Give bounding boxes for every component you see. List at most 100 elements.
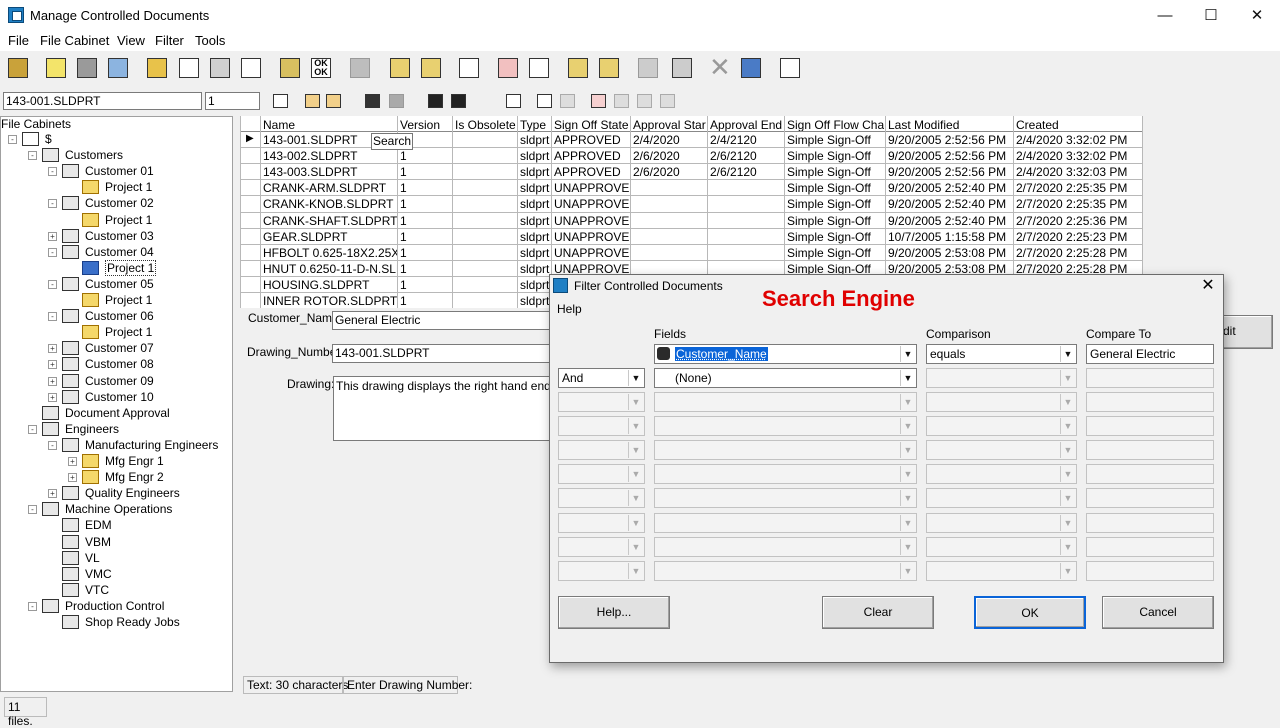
grid-cell[interactable]	[633, 196, 707, 212]
collapse-icon[interactable]: -	[28, 505, 37, 515]
grid-cell[interactable]: sldprt	[520, 261, 551, 277]
logic-select-2[interactable]: And ▼	[558, 368, 645, 388]
grid-cell[interactable]	[633, 245, 707, 261]
compare-to-input-2[interactable]	[1086, 368, 1214, 388]
grid-cell[interactable]	[455, 277, 517, 293]
comparison-select[interactable]: ▼	[926, 464, 1077, 485]
grid-cell[interactable]: Simple Sign-Off	[787, 148, 885, 164]
page-icon[interactable]	[535, 92, 555, 111]
find-icon[interactable]	[426, 92, 446, 111]
page-disabled4-icon[interactable]	[658, 92, 678, 111]
tree-item[interactable]: + Mfg Engr 2	[0, 469, 232, 485]
grid-cell[interactable]: sldprt	[520, 148, 551, 164]
logic-select[interactable]: ▼	[558, 536, 645, 557]
compare-to-input[interactable]	[1086, 512, 1214, 533]
grid-cell[interactable]: 2/4/2020	[633, 132, 707, 148]
menu-filter[interactable]: Filter	[155, 33, 184, 48]
expand-icon[interactable]: +	[48, 376, 57, 386]
users-icon[interactable]	[324, 92, 344, 111]
tree-item[interactable]: VBM	[0, 534, 232, 550]
tree-item[interactable]: - Customer 04	[0, 244, 232, 260]
compare-to-input[interactable]	[1086, 440, 1214, 461]
grid-cell[interactable]	[455, 261, 517, 277]
disabled-tool-icon[interactable]	[73, 54, 101, 84]
grid-cell[interactable]: Simple Sign-Off	[787, 213, 885, 229]
tree-item[interactable]: Project 1	[0, 292, 232, 308]
disabled-print-icon[interactable]	[346, 54, 374, 84]
dialog-close-button[interactable]: ✕	[1198, 276, 1218, 296]
grid-cell[interactable]: 2/6/2120	[710, 164, 784, 180]
grid-cell[interactable]: 2/4/2020 3:32:03 PM	[1016, 164, 1142, 180]
grid-cell[interactable]	[710, 229, 784, 245]
tree-item[interactable]: - Customer 02	[0, 195, 232, 211]
column-header[interactable]: Approval End	[710, 118, 783, 132]
tree-item[interactable]: Document Approval	[0, 405, 232, 421]
expand-icon[interactable]: +	[48, 392, 57, 402]
grid-cell[interactable]	[455, 132, 517, 148]
grid-cell[interactable]	[455, 213, 517, 229]
grid-cell[interactable]: 2/7/2020 2:25:35 PM	[1016, 196, 1142, 212]
grid-cell[interactable]: UNAPPROVED	[554, 196, 630, 212]
drawing-number-field[interactable]: 143-001.SLDPRT	[332, 344, 562, 363]
field-select[interactable]: ▼	[654, 536, 917, 557]
column-header[interactable]: Created	[1016, 118, 1141, 132]
tree-item[interactable]: - Customer 01	[0, 163, 232, 179]
tree-item[interactable]: + Quality Engineers	[0, 485, 232, 501]
tree-item[interactable]: + Customer 09	[0, 373, 232, 389]
grid-cell[interactable]: UNAPPROVED	[554, 245, 630, 261]
column-header[interactable]: Version	[400, 118, 451, 132]
grid-cell[interactable]	[710, 245, 784, 261]
grid-cell[interactable]	[455, 229, 517, 245]
grid-cell[interactable]: 1	[400, 164, 452, 180]
tree-item[interactable]: - $	[0, 131, 232, 147]
remove-icon[interactable]	[564, 54, 592, 84]
tree-item[interactable]: - Machine Operations	[0, 501, 232, 517]
grid-view-icon[interactable]	[271, 92, 291, 111]
user-icon[interactable]	[303, 92, 323, 111]
drawing-description[interactable]: This drawing displays the right hand end…	[333, 376, 563, 441]
grid-cell[interactable]: sldprt	[520, 132, 551, 148]
tree-item[interactable]: + Customer 08	[0, 356, 232, 372]
grid-cell[interactable]: 2/6/2120	[710, 148, 784, 164]
tree-item[interactable]: Project 1	[0, 179, 232, 195]
compare-to-input[interactable]	[1086, 536, 1214, 557]
grid-cell[interactable]	[455, 196, 517, 212]
grid-cell[interactable]: UNAPPROVED	[554, 229, 630, 245]
search-next-icon[interactable]	[387, 92, 407, 111]
logic-select[interactable]: ▼	[558, 488, 645, 509]
collapse-icon[interactable]: -	[8, 135, 17, 144]
grid-cell[interactable]	[710, 196, 784, 212]
grid-cell[interactable]: HFBOLT 0.625-18X2.25X2.	[263, 245, 397, 261]
field-select[interactable]: ▼	[654, 512, 917, 533]
grid-cell[interactable]: Simple Sign-Off	[787, 196, 885, 212]
tree-item[interactable]: + Customer 10	[0, 389, 232, 405]
document-list-icon[interactable]	[525, 54, 553, 84]
checkin-icon[interactable]	[4, 54, 32, 84]
maximize-button[interactable]: ☐	[1188, 0, 1234, 31]
tree-item[interactable]: - Customer 06	[0, 308, 232, 324]
grid-cell[interactable]: 9/20/2005 2:52:40 PM	[888, 180, 1013, 196]
collapse-icon[interactable]: -	[28, 424, 37, 434]
grid-cell[interactable]: 2/7/2020 2:25:23 PM	[1016, 229, 1142, 245]
grid-cell[interactable]: sldprt	[520, 277, 551, 293]
compare-to-input[interactable]	[1086, 464, 1214, 485]
compare-to-input-1[interactable]: General Electric	[1086, 344, 1214, 364]
comparison-select-1[interactable]: equals ▼	[926, 344, 1077, 364]
logic-select[interactable]: ▼	[558, 560, 645, 581]
grid-cell[interactable]	[633, 180, 707, 196]
page-disabled2-icon[interactable]	[612, 92, 632, 111]
tree-item[interactable]: - Customers	[0, 147, 232, 163]
logic-select[interactable]: ▼	[558, 464, 645, 485]
grid-cell[interactable]: APPROVED	[554, 164, 630, 180]
grid-cell[interactable]	[455, 293, 517, 309]
column-header[interactable]: Name	[263, 118, 396, 132]
grid-cell[interactable]: CRANK-KNOB.SLDPRT	[263, 196, 397, 212]
grid-cell[interactable]: Simple Sign-Off	[787, 180, 885, 196]
grid-cell[interactable]: 1	[400, 196, 452, 212]
grid-cell[interactable]: 9/20/2005 2:52:56 PM	[888, 164, 1013, 180]
checkout-icon[interactable]	[386, 54, 414, 84]
grid-cell[interactable]: Simple Sign-Off	[787, 229, 885, 245]
grid-cell[interactable]: HOUSING.SLDPRT	[263, 277, 397, 293]
comparison-select[interactable]: ▼	[926, 512, 1077, 533]
grid-cell[interactable]: 2/7/2020 2:25:28 PM	[1016, 245, 1142, 261]
